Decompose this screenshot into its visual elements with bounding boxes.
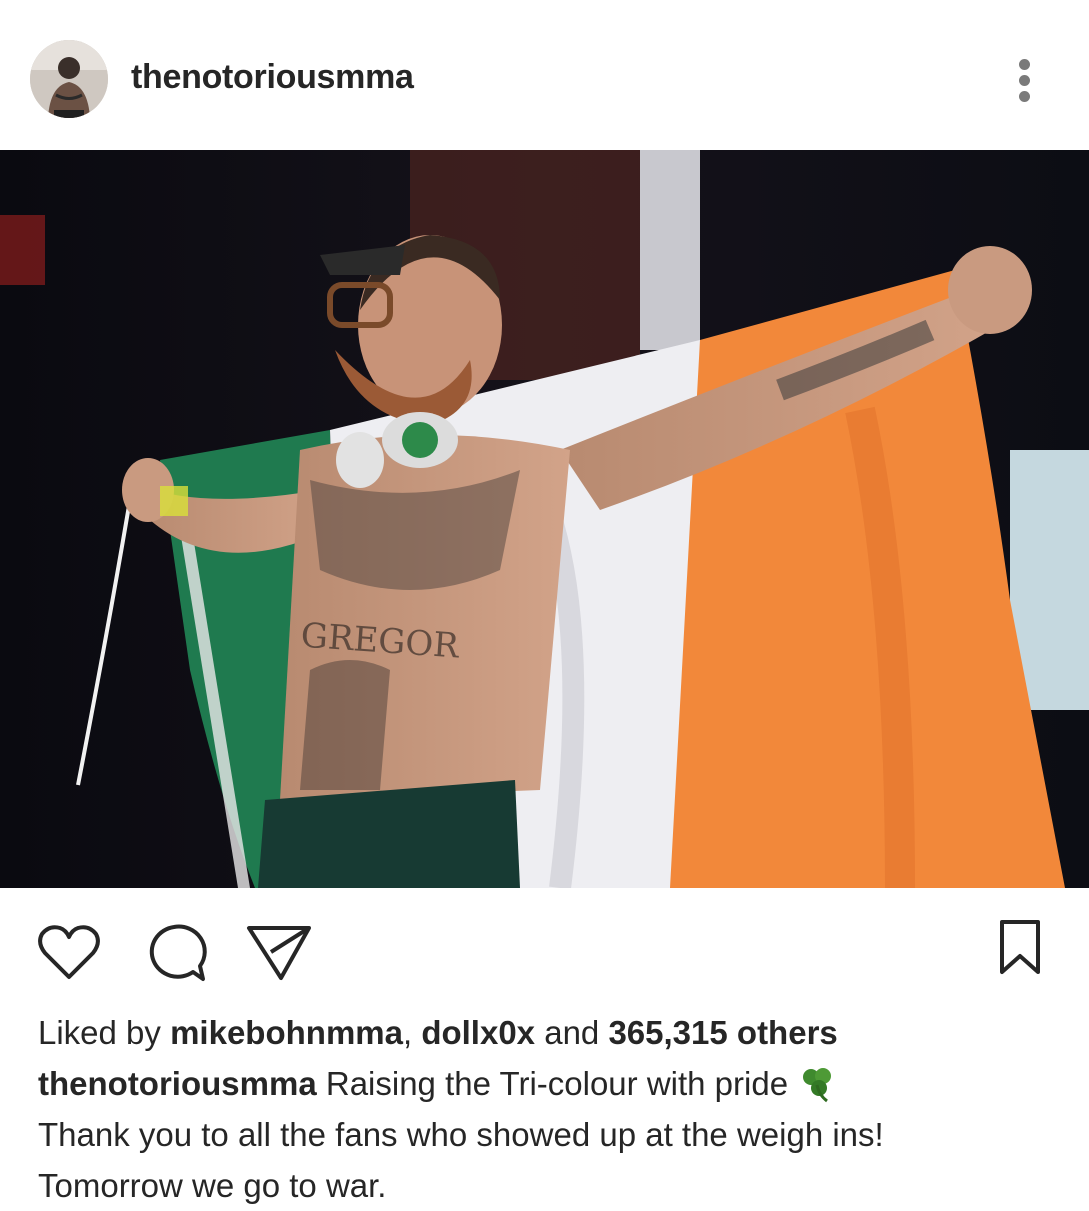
avatar[interactable] (30, 40, 108, 118)
likes-separator: , (402, 1014, 422, 1051)
comment-icon[interactable] (143, 922, 209, 984)
post-username[interactable]: thenotoriousmma (131, 58, 414, 97)
more-options-icon[interactable] (1010, 58, 1040, 104)
avatar-image (30, 40, 108, 118)
caption-line-1: thenotoriousmma Raising the Tri-colour w… (38, 1058, 837, 1109)
shamrock-icon (803, 1068, 832, 1103)
likes-line: Liked by mikebohnmma, dollx0x and 365,31… (38, 1007, 838, 1058)
bookmark-icon[interactable] (996, 918, 1044, 978)
liker-username[interactable]: mikebohnmma (170, 1014, 403, 1051)
caption-author[interactable]: thenotoriousmma (38, 1065, 317, 1102)
send-icon[interactable] (243, 922, 315, 984)
caption-line-3: Tomorrow we go to war. (38, 1167, 387, 1204)
post-header: thenotoriousmma (0, 0, 1089, 150)
action-bar (0, 888, 1089, 998)
liker-username[interactable]: dollx0x (421, 1014, 535, 1051)
caption-text: Raising the Tri-colour with pride (316, 1065, 798, 1102)
likes-and: and (535, 1014, 609, 1051)
photo-image: GREGOR (0, 150, 1089, 888)
likes-count[interactable]: 365,315 others (608, 1014, 837, 1051)
post-photo[interactable]: GREGOR (0, 150, 1089, 888)
caption-line-2: Thank you to all the fans who showed up … (38, 1116, 884, 1153)
heart-icon[interactable] (36, 924, 102, 982)
likes-prefix: Liked by (38, 1014, 171, 1051)
